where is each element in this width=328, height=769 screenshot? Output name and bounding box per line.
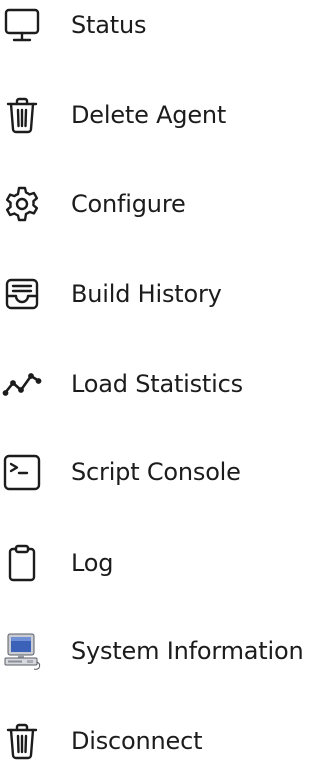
gear-icon <box>2 184 42 224</box>
menu-item-disconnect[interactable]: Disconnect <box>0 713 328 769</box>
menu-item-load-statistics[interactable]: Load Statistics <box>0 356 328 412</box>
monitor-icon <box>2 5 42 45</box>
menu-item-label: Status <box>71 11 147 39</box>
side-menu: Status Delete Agent Configure Build Hist… <box>0 0 328 762</box>
menu-item-label: Script Console <box>71 458 241 486</box>
terminal-icon <box>2 452 42 492</box>
menu-item-build-history[interactable]: Build History <box>0 266 328 322</box>
menu-item-configure[interactable]: Configure <box>0 176 328 232</box>
inbox-icon <box>2 274 42 314</box>
menu-item-label: Load Statistics <box>71 370 243 398</box>
menu-item-label: Disconnect <box>71 727 203 755</box>
menu-item-script-console[interactable]: Script Console <box>0 444 328 500</box>
computer-icon <box>2 631 42 671</box>
menu-item-label: Build History <box>71 280 222 308</box>
menu-item-status[interactable]: Status <box>0 0 328 53</box>
menu-item-label: Delete Agent <box>71 101 227 129</box>
menu-item-label: Log <box>71 549 114 577</box>
menu-item-label: Configure <box>71 190 186 218</box>
trash-icon <box>2 721 42 761</box>
menu-item-log[interactable]: Log <box>0 535 328 591</box>
clipboard-icon <box>2 543 42 583</box>
menu-item-delete-agent[interactable]: Delete Agent <box>0 87 328 143</box>
trash-icon <box>2 95 42 135</box>
menu-item-label: System Information <box>71 637 304 665</box>
line-chart-icon <box>2 364 42 404</box>
menu-item-system-information[interactable]: System Information <box>0 623 328 679</box>
